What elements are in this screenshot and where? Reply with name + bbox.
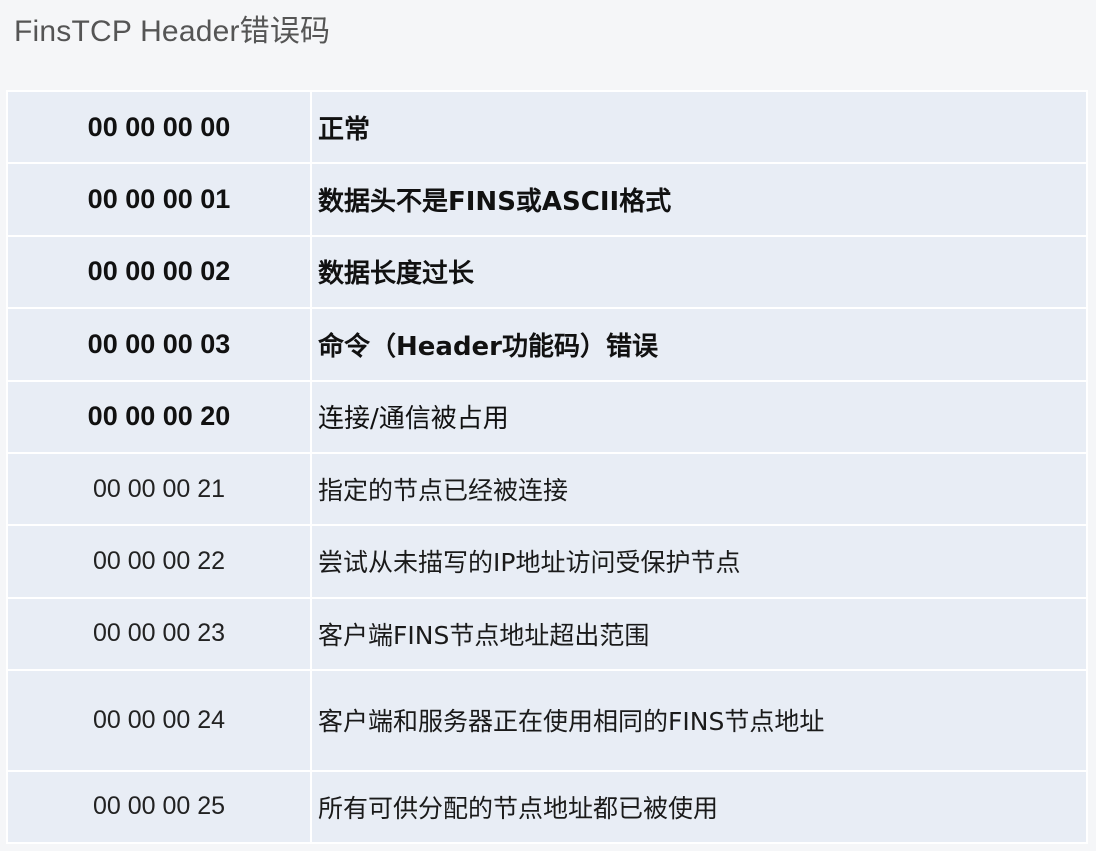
error-description-cell: 客户端和服务器正在使用相同的FINS节点地址: [312, 671, 1086, 770]
error-code-table-grid: 00 00 00 00 正常 00 00 00 01 数据头不是FINS或ASC…: [6, 90, 1088, 844]
error-code-cell: 00 00 00 22: [8, 526, 310, 597]
error-description-cell: 指定的节点已经被连接: [312, 453, 1086, 525]
table-row: 00 00 00 02 数据长度过长: [8, 236, 1086, 308]
error-code-cell: 00 00 00 23: [8, 598, 310, 669]
page-title: FinsTCP Header错误码: [14, 15, 331, 48]
error-code-cell: 00 00 00 02: [8, 236, 310, 308]
error-code-cell: 00 00 00 24: [8, 671, 310, 770]
error-description-cell: 所有可供分配的节点地址都已被使用: [312, 771, 1086, 842]
error-description-cell: 连接/通信被占用: [312, 381, 1086, 452]
table-row: 00 00 00 22 尝试从未描写的IP地址访问受保护节点: [8, 526, 1086, 597]
error-code-table: 00 00 00 00 正常 00 00 00 01 数据头不是FINS或ASC…: [6, 90, 1088, 844]
error-code-cell: 00 00 00 03: [8, 309, 310, 380]
error-code-cell: 00 00 00 20: [8, 381, 310, 452]
error-description-cell: 尝试从未描写的IP地址访问受保护节点: [312, 526, 1086, 597]
table-row: 00 00 00 20 连接/通信被占用: [8, 381, 1086, 452]
error-description-cell: 正常: [312, 92, 1086, 163]
error-code-cell: 00 00 00 21: [8, 453, 310, 525]
error-description-cell: 数据长度过长: [312, 236, 1086, 308]
table-row: 00 00 00 21 指定的节点已经被连接: [8, 453, 1086, 525]
table-row: 00 00 00 23 客户端FINS节点地址超出范围: [8, 598, 1086, 669]
table-row: 00 00 00 03 命令（Header功能码）错误: [8, 309, 1086, 380]
table-row: 00 00 00 25 所有可供分配的节点地址都已被使用: [8, 771, 1086, 842]
table-row: 00 00 00 24 客户端和服务器正在使用相同的FINS节点地址: [8, 671, 1086, 770]
error-description-cell: 客户端FINS节点地址超出范围: [312, 598, 1086, 669]
error-code-cell: 00 00 00 01: [8, 164, 310, 235]
error-code-cell: 00 00 00 25: [8, 771, 310, 842]
error-description-cell: 命令（Header功能码）错误: [312, 309, 1086, 380]
error-code-cell: 00 00 00 00: [8, 92, 310, 163]
table-row: 00 00 00 01 数据头不是FINS或ASCII格式: [8, 164, 1086, 235]
table-row: 00 00 00 00 正常: [8, 92, 1086, 163]
error-description-cell: 数据头不是FINS或ASCII格式: [312, 164, 1086, 235]
